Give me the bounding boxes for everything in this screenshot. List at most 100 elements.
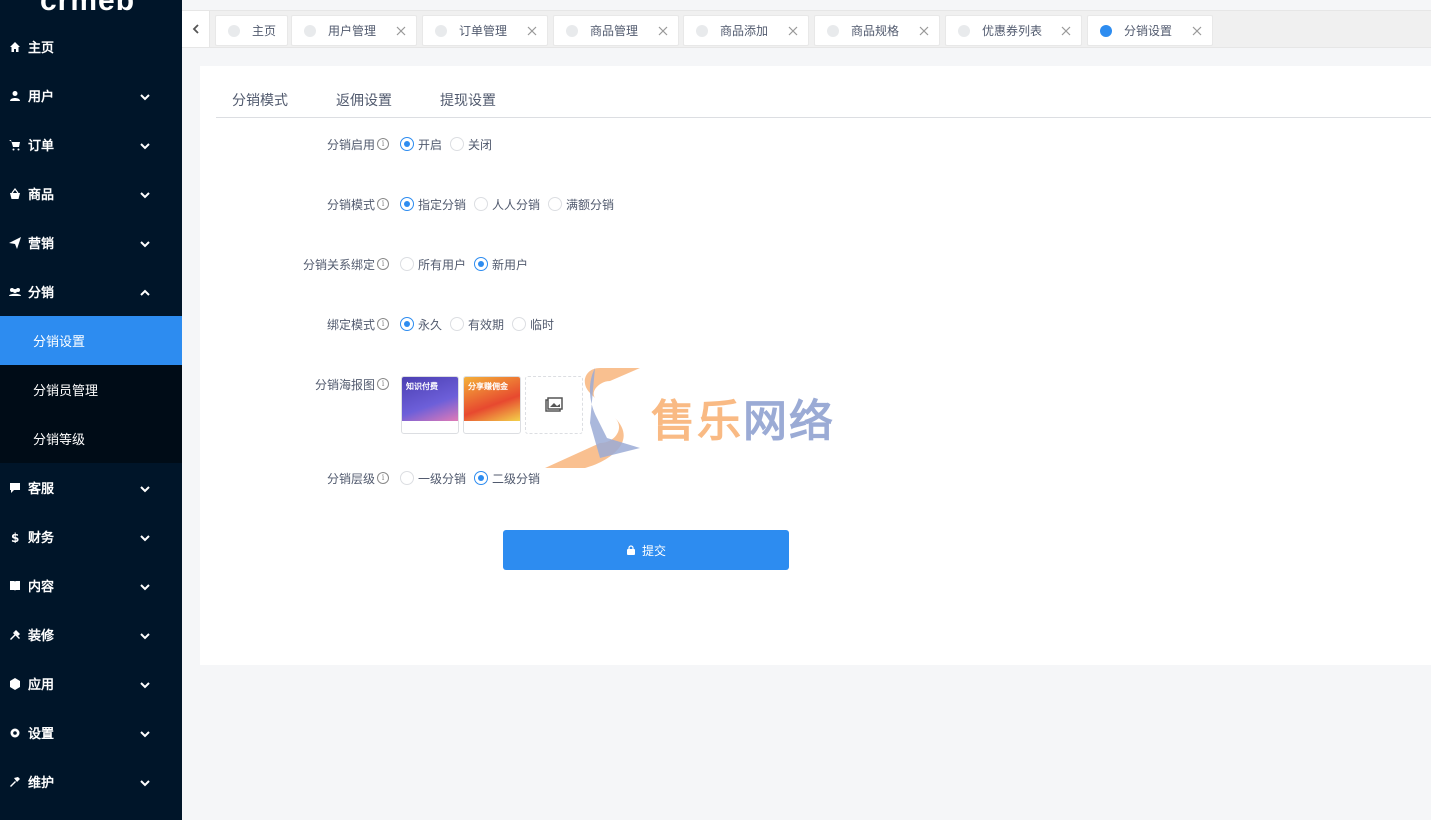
sidebar-item-label: 应用 <box>28 678 55 693</box>
radio-mode-1[interactable]: 人人分销 <box>474 196 540 213</box>
tab-2[interactable]: 订单管理 <box>422 15 548 46</box>
sidebar-item-11[interactable]: 设置 <box>0 708 182 757</box>
chevron-up-icon <box>140 287 150 297</box>
sidebar-item-4[interactable]: 营销 <box>0 218 182 267</box>
close-icon[interactable] <box>1192 25 1202 36</box>
chevron-down-icon <box>140 630 150 640</box>
logo-text: crmeb <box>40 0 136 17</box>
sidebar: crmeb 主页用户订单 商品营销分销 分销设置 分销员管理 分销等级客服 $ 财务 内容装修… <box>0 0 182 820</box>
sidebar-item-6[interactable]: 客服 <box>0 463 182 512</box>
sidebar-item-1[interactable]: 用户 <box>0 71 182 120</box>
gear-icon <box>8 726 22 740</box>
chevron-down-icon <box>140 238 150 248</box>
tab-status-dot <box>827 24 839 37</box>
form-label: 分销模式 i <box>327 196 389 213</box>
info-icon[interactable]: i <box>377 138 389 150</box>
tabs-scroll-left-button[interactable] <box>182 11 210 47</box>
form-label: 分销启用 i <box>327 136 389 153</box>
sidebar-subitem-2[interactable]: 分销等级 <box>0 414 182 463</box>
tab-status-dot <box>228 24 240 37</box>
sidebar-item-label: 用户 <box>28 90 55 105</box>
send-icon <box>8 236 22 250</box>
info-icon[interactable]: i <box>377 198 389 210</box>
info-icon[interactable]: i <box>377 472 389 484</box>
radio-enable-0[interactable]: 开启 <box>400 136 442 153</box>
home-icon <box>8 40 22 54</box>
close-icon[interactable] <box>788 25 798 36</box>
radio-bind-mode-0[interactable]: 永久 <box>400 316 442 333</box>
sidebar-item-label: 客服 <box>28 482 55 497</box>
sidebar-item-label: 设置 <box>28 727 55 742</box>
radio-circle <box>400 257 414 271</box>
sidebar-item-7[interactable]: $ 财务 <box>0 512 182 561</box>
sub-tabs: 分销模式 返佣设置 提现设置 <box>216 84 1431 118</box>
radio-bind-mode-1[interactable]: 有效期 <box>450 316 504 333</box>
sidebar-subitem-1[interactable]: 分销员管理 <box>0 365 182 414</box>
image-icon <box>545 397 563 412</box>
tab-7[interactable]: 分销设置 <box>1087 15 1213 46</box>
sidebar-item-9[interactable]: 装修 <box>0 610 182 659</box>
close-icon[interactable] <box>919 25 929 36</box>
group-icon <box>8 285 22 299</box>
sidebar-subitem-0[interactable]: 分销设置 <box>0 316 182 365</box>
tab-1[interactable]: 用户管理 <box>291 15 417 46</box>
tab-label: 订单管理 <box>459 24 508 38</box>
chevron-down-icon <box>140 581 150 591</box>
chevron-down-icon <box>140 728 150 738</box>
tab-label: 用户管理 <box>328 24 377 38</box>
chevron-down-icon <box>140 679 150 689</box>
close-icon[interactable] <box>658 25 668 36</box>
radio-circle <box>400 317 414 331</box>
poster-thumbnail[interactable]: 分享赚佣金 <box>463 376 521 434</box>
close-icon[interactable] <box>1061 25 1071 36</box>
sidebar-item-label: 装修 <box>28 629 55 644</box>
radio-binding-1[interactable]: 新用户 <box>474 256 528 273</box>
tab-label: 主页 <box>252 24 277 38</box>
poster-list: 知识付费 分享赚佣金 <box>401 376 587 434</box>
sidebar-item-5[interactable]: 分销 <box>0 267 182 316</box>
radio-enable-1[interactable]: 关闭 <box>450 136 492 153</box>
tab-status-dot <box>566 24 578 37</box>
radio-binding-0[interactable]: 所有用户 <box>400 256 466 273</box>
tab-label: 商品管理 <box>590 24 639 38</box>
tab-status-dot <box>1100 24 1112 37</box>
info-icon[interactable]: i <box>377 318 389 330</box>
sidebar-item-0[interactable]: 主页 <box>0 22 182 71</box>
radio-level-1[interactable]: 二级分销 <box>474 470 540 487</box>
poster-thumbnail[interactable]: 知识付费 <box>401 376 459 434</box>
close-icon[interactable] <box>396 25 406 36</box>
tab-5[interactable]: 商品规格 <box>814 15 940 46</box>
radio-bind-mode-2[interactable]: 临时 <box>512 316 554 333</box>
radio-circle <box>548 197 563 211</box>
sidebar-item-2[interactable]: 订单 <box>0 120 182 169</box>
sidebar-item-3[interactable]: 商品 <box>0 169 182 218</box>
radio-level-0[interactable]: 一级分销 <box>400 470 466 487</box>
tab-4[interactable]: 商品添加 <box>683 15 809 46</box>
chevron-down-icon <box>140 532 150 542</box>
sidebar-item-label: 营销 <box>28 237 55 252</box>
sidebar-item-10[interactable]: 应用 <box>0 659 182 708</box>
tab-3[interactable]: 商品管理 <box>553 15 679 46</box>
sidebar-item-12[interactable]: 维护 <box>0 757 182 806</box>
info-icon[interactable]: i <box>377 258 389 270</box>
tab-status-dot <box>304 24 316 37</box>
tab-0[interactable]: 主页 <box>215 15 288 46</box>
close-icon[interactable] <box>527 25 537 36</box>
sidebar-item-label: 维护 <box>28 776 55 791</box>
sidebar-item-8[interactable]: 内容 <box>0 561 182 610</box>
hammer-icon <box>8 775 22 789</box>
form-label: 绑定模式 i <box>327 316 389 333</box>
info-icon[interactable]: i <box>377 378 389 390</box>
subtab-distribution-mode[interactable]: 分销模式 <box>232 90 288 118</box>
radio-group-binding: 所有用户 新用户 <box>400 256 536 273</box>
radio-mode-0[interactable]: 指定分销 <box>400 196 466 213</box>
cube-icon <box>8 677 22 691</box>
settings-card: 分销模式 返佣设置 提现设置 分销启用 i 开启 关闭 分销模式 i 指定分销 人人分销… <box>200 66 1431 665</box>
subtab-withdraw-settings[interactable]: 提现设置 <box>440 90 496 118</box>
radio-mode-2[interactable]: 满额分销 <box>548 196 614 213</box>
add-poster-button[interactable] <box>525 376 583 434</box>
subtab-commission-settings[interactable]: 返佣设置 <box>336 90 392 118</box>
form-label: 分销关系绑定 i <box>303 256 389 273</box>
tab-6[interactable]: 优惠券列表 <box>945 15 1082 46</box>
submit-button[interactable]: 提交 <box>503 530 789 570</box>
